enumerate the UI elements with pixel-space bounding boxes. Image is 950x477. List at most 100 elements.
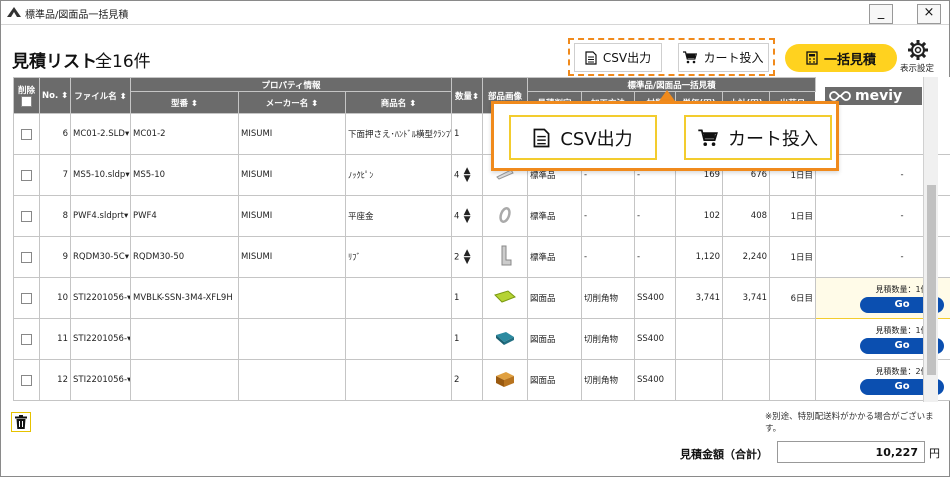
row-no: 7 [39, 154, 71, 196]
bulk-estimate-button[interactable]: 一括見積 [785, 44, 897, 72]
row-checkbox[interactable] [21, 251, 32, 263]
row-checkbox[interactable] [21, 210, 32, 222]
col-qty[interactable]: 数量⬍ [451, 77, 484, 114]
judge-cell: 図面品 [527, 359, 583, 401]
maker-cell [238, 277, 346, 319]
title-bar: 標準品/図面品一括見積 _ × [1, 1, 949, 25]
maker-cell: MISUMI [238, 154, 346, 196]
col-model[interactable]: 型番 ⬍ [130, 91, 239, 114]
ship-date-cell: 1日目 [769, 236, 817, 278]
model-cell: MS5-10 [130, 154, 239, 196]
sort-icon: ⬍ [409, 98, 417, 109]
material-cell: SS400 [634, 277, 677, 319]
unit-price-cell: 3,741 [675, 277, 724, 319]
method-cell: 切削角物 [581, 318, 636, 360]
qty-cell[interactable]: 4 ▲ ▼ [451, 195, 484, 237]
row-checkbox[interactable] [21, 292, 32, 304]
col-product[interactable]: 商品名 ⬍ [344, 91, 453, 114]
document-icon [533, 128, 550, 147]
table-row: 10STI2201056-▾MVBLK-SSN-3M4-XFL9H 1 図面品切削… [13, 277, 950, 319]
product-cell [344, 277, 453, 319]
part-thumbnail [494, 289, 516, 303]
zoom-callout: CSV出力 カート投入 [491, 101, 839, 171]
file-select[interactable]: STI2201056-▾ [70, 277, 131, 319]
row-no: 12 [39, 359, 71, 401]
row-checkbox[interactable] [21, 169, 32, 181]
method-cell: 切削角物 [581, 277, 636, 319]
ship-date-cell [769, 359, 817, 401]
window-title: 標準品/図面品一括見積 [25, 10, 129, 21]
sort-icon: ⬍ [311, 98, 319, 109]
model-cell: MC01-2 [130, 113, 239, 155]
material-cell: SS400 [634, 359, 677, 401]
select-all-checkbox[interactable] [21, 96, 32, 107]
col-no[interactable]: No. ⬍ [39, 77, 71, 114]
subtotal-cell: 408 [722, 195, 771, 237]
infinity-icon [829, 91, 851, 101]
go-placeholder: - [900, 170, 904, 180]
file-select[interactable]: RQDM30-5C▾ [70, 236, 131, 278]
csv-export-button[interactable]: CSV出力 [574, 43, 662, 72]
product-cell [344, 359, 453, 401]
table-row: 12STI2201056-▾2 図面品切削角物SS400見積数量：2個Go [13, 359, 950, 401]
row-checkbox[interactable] [21, 128, 32, 140]
qty-cell[interactable]: 2 ▲ ▼ [451, 236, 484, 278]
delete-button[interactable] [11, 412, 31, 432]
callout-pointer [659, 90, 675, 101]
file-select[interactable]: MS5-10.sldp▾ [70, 154, 131, 196]
row-checkbox[interactable] [21, 374, 32, 386]
subtotal-cell: 2,240 [722, 236, 771, 278]
ship-date-cell: 1日目 [769, 195, 817, 237]
chevron-down-icon: ▾ [124, 252, 129, 262]
qty-cell[interactable]: 4 ▲ ▼ [451, 154, 484, 196]
sort-icon: ⬍ [119, 91, 127, 102]
subtotal-cell: 3,741 [722, 277, 771, 319]
add-to-cart-button[interactable]: カート投入 [678, 43, 769, 72]
model-cell: MVBLK-SSN-3M4-XFL9H [130, 277, 239, 319]
product-cell [344, 318, 453, 360]
quantity-stepper[interactable]: ▲ ▼ [462, 167, 472, 184]
chevron-down-icon: ▾ [124, 129, 130, 139]
qty-cell[interactable]: 1 [451, 318, 484, 360]
row-no: 9 [39, 236, 71, 278]
file-select[interactable]: MC01-2.SLD▾ [70, 113, 131, 155]
unit-price-cell: 1,120 [675, 236, 724, 278]
sort-icon: ⬍ [190, 98, 199, 109]
callout-csv-button[interactable]: CSV出力 [509, 115, 657, 160]
callout-cart-button[interactable]: カート投入 [684, 115, 832, 160]
file-select[interactable]: STI2201056-▾ [70, 318, 131, 360]
scroll-thumb[interactable] [927, 185, 936, 375]
chevron-down-icon: ▾ [127, 375, 129, 385]
vertical-scrollbar[interactable] [923, 77, 938, 402]
part-image-cell [482, 195, 529, 237]
chevron-down-icon: ▾ [127, 334, 129, 344]
ship-date-cell: 6日目 [769, 277, 817, 319]
model-cell [130, 359, 239, 401]
model-cell: RQDM30-50 [130, 236, 239, 278]
display-settings-label[interactable]: 表示設定 [900, 62, 934, 74]
minimize-button[interactable]: _ [869, 4, 893, 24]
file-select[interactable]: STI2201056-▾ [70, 359, 131, 401]
qty-cell[interactable]: 2 [451, 359, 484, 401]
row-checkbox[interactable] [21, 333, 32, 345]
sort-icon: ⬍ [61, 90, 69, 101]
cart-icon [683, 51, 698, 64]
judge-cell: 図面品 [527, 318, 583, 360]
maker-cell: MISUMI [238, 195, 346, 237]
csv-export-label: CSV出力 [602, 51, 652, 65]
qty-cell[interactable]: 1 [451, 277, 484, 319]
method-cell: 切削角物 [581, 359, 636, 401]
qty-cell[interactable]: 1 [451, 113, 484, 155]
col-file[interactable]: ファイル名 ⬍ [70, 77, 131, 114]
maker-cell [238, 318, 346, 360]
quantity-stepper[interactable]: ▲ ▼ [462, 249, 472, 266]
go-placeholder: - [900, 211, 904, 221]
file-select[interactable]: PWF4.sldprt▾ [70, 195, 131, 237]
judge-cell: 標準品 [527, 236, 583, 278]
quantity-stepper[interactable]: ▲ ▼ [462, 208, 472, 225]
callout-cart-label: カート投入 [728, 128, 818, 150]
close-button[interactable]: × [917, 4, 941, 24]
part-thumbnail [501, 245, 512, 265]
gear-icon[interactable] [907, 39, 929, 61]
col-maker[interactable]: メーカー名 ⬍ [238, 91, 346, 114]
